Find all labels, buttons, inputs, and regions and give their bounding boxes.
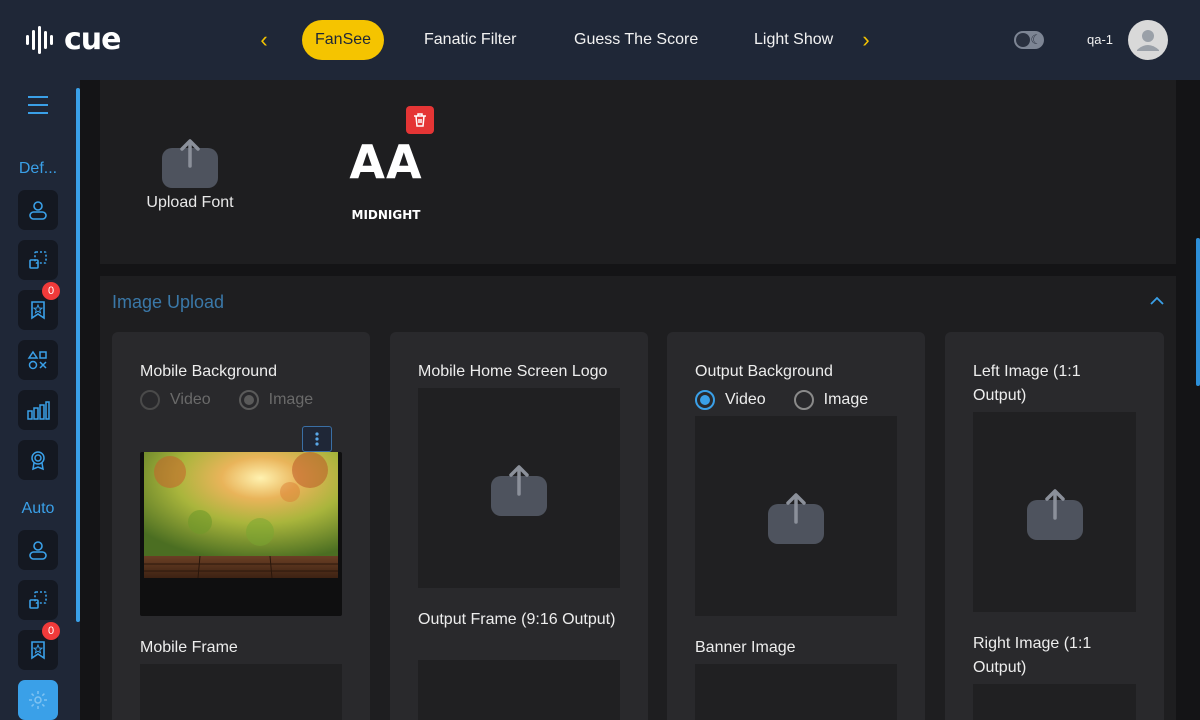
tab-fansee[interactable]: FanSee [302, 20, 385, 60]
upload-card-home-screen-logo: Mobile Home Screen Logo Output Frame (9:… [390, 332, 648, 720]
sidebar-item-auto-profile[interactable] [18, 530, 58, 570]
tab-guess-the-score[interactable]: Guess The Score [574, 20, 698, 60]
person-icon [29, 201, 47, 220]
tab-fanatic-filter[interactable]: Fanatic Filter [424, 20, 516, 60]
sidebar-item-auto-layout[interactable] [18, 580, 58, 620]
radio-image[interactable] [793, 390, 814, 410]
card-label: Left Image (1:1 Output) [973, 363, 1081, 404]
brand-name: cue [64, 22, 121, 57]
sidebar-section-default[interactable]: Def... [0, 160, 76, 178]
upload-card-output-background: Output Background Video Image Banner Ima… [667, 332, 925, 720]
card-label: Output Frame (9:16 Output) [418, 611, 616, 628]
tab-light-show[interactable]: Light Show [754, 20, 833, 60]
radio-label: Video [170, 391, 211, 408]
font-panel: Upload Font AA MIDNIGHT [100, 80, 1176, 264]
output-frame-drop-zone[interactable] [418, 660, 620, 720]
sidebar-item-shapes[interactable] [18, 340, 58, 380]
sidebar-item-stats[interactable] [18, 390, 58, 430]
notification-badge: 0 [42, 282, 60, 300]
bookmark-star-icon [31, 301, 45, 320]
card-label: Banner Image [695, 639, 796, 656]
resize-icon [29, 591, 47, 609]
upload-icon [768, 488, 824, 544]
menu-icon[interactable] [28, 96, 48, 114]
sidebar-section-auto[interactable]: Auto [0, 500, 76, 518]
sidebar-item-auto-rewards[interactable]: 0 [18, 622, 60, 670]
logo[interactable]: cue [24, 22, 121, 57]
resize-icon [29, 251, 47, 269]
trash-icon [414, 113, 426, 127]
upload-icon [491, 460, 547, 516]
forest-image [144, 452, 338, 579]
upload-icon [162, 136, 218, 188]
main-content: Upload Font AA MIDNIGHT Image Upload Mob… [80, 80, 1200, 720]
radio-image[interactable] [238, 390, 259, 410]
gear-icon [29, 691, 47, 709]
user-icon [1137, 30, 1159, 51]
sidebar: Def... 0 Auto 0 [0, 80, 80, 720]
top-bar: cue ‹ FanSee Fanatic Filter Guess The Sc… [0, 0, 1200, 80]
font-preview-glyphs: AA [349, 135, 423, 189]
image-upload-panel: Image Upload Mobile Background Video Ima… [100, 276, 1176, 720]
delete-font-button[interactable] [406, 106, 434, 134]
kebab-menu-icon [315, 432, 319, 446]
card-label: Mobile Background [140, 363, 277, 380]
upload-card-left-image: Left Image (1:1 Output) Right Image (1:1… [945, 332, 1164, 720]
card-label: Right Image (1:1 Output) [973, 635, 1092, 676]
sidebar-item-awards[interactable] [18, 440, 58, 480]
person-icon [29, 541, 47, 560]
media-type-radio-group: Video Image [140, 390, 341, 410]
radio-label: Video [725, 391, 766, 408]
radio-video[interactable] [140, 390, 160, 410]
font-item[interactable]: AA MIDNIGHT [334, 136, 438, 222]
media-type-radio-group: Video Image [695, 390, 896, 410]
card-label: Mobile Home Screen Logo [418, 363, 608, 380]
sidebar-item-rewards[interactable]: 0 [18, 282, 60, 330]
notification-badge: 0 [42, 622, 60, 640]
radio-video[interactable] [695, 390, 715, 410]
upload-card-mobile-background: Mobile Background Video Image Mobile Fra… [112, 332, 370, 720]
avatar[interactable] [1128, 20, 1168, 60]
toggle-knob [1016, 33, 1030, 47]
nav-prev-icon[interactable]: ‹ [252, 28, 276, 52]
output-background-drop-zone[interactable] [695, 416, 897, 616]
sidebar-item-layout[interactable] [18, 240, 58, 280]
more-options-button[interactable] [302, 426, 332, 452]
award-icon [31, 451, 45, 471]
moon-icon: ☾ [1030, 32, 1042, 47]
bookmark-star-icon [31, 641, 45, 660]
sidebar-item-profile[interactable] [18, 190, 58, 230]
card-label: Output Background [695, 363, 833, 380]
home-logo-drop-zone[interactable] [418, 388, 620, 588]
mobile-frame-drop-zone[interactable] [140, 664, 342, 720]
bar-chart-icon [27, 401, 50, 420]
chevron-up-icon[interactable] [1148, 292, 1166, 310]
radio-label: Image [823, 391, 869, 408]
page-scrollbar[interactable] [1196, 238, 1200, 386]
soundwave-logo-icon [26, 25, 53, 54]
upload-font-label: Upload Font [146, 194, 234, 211]
left-image-drop-zone[interactable] [973, 412, 1136, 612]
nav-next-icon[interactable]: › [854, 28, 878, 52]
background-image-preview[interactable] [140, 452, 342, 616]
radio-label: Image [268, 391, 314, 408]
card-label: Mobile Frame [140, 639, 238, 656]
upload-icon [1026, 484, 1083, 540]
upload-font-button[interactable]: Upload Font [144, 136, 236, 212]
shapes-icon [27, 350, 47, 370]
banner-image-drop-zone[interactable] [695, 664, 897, 720]
section-title: Image Upload [112, 292, 225, 312]
font-name: MIDNIGHT [351, 208, 421, 222]
right-image-drop-zone[interactable] [973, 684, 1136, 720]
username: qa-1 [1087, 32, 1114, 47]
sidebar-item-settings[interactable] [18, 680, 58, 720]
theme-toggle[interactable]: ☾ [1014, 31, 1044, 49]
